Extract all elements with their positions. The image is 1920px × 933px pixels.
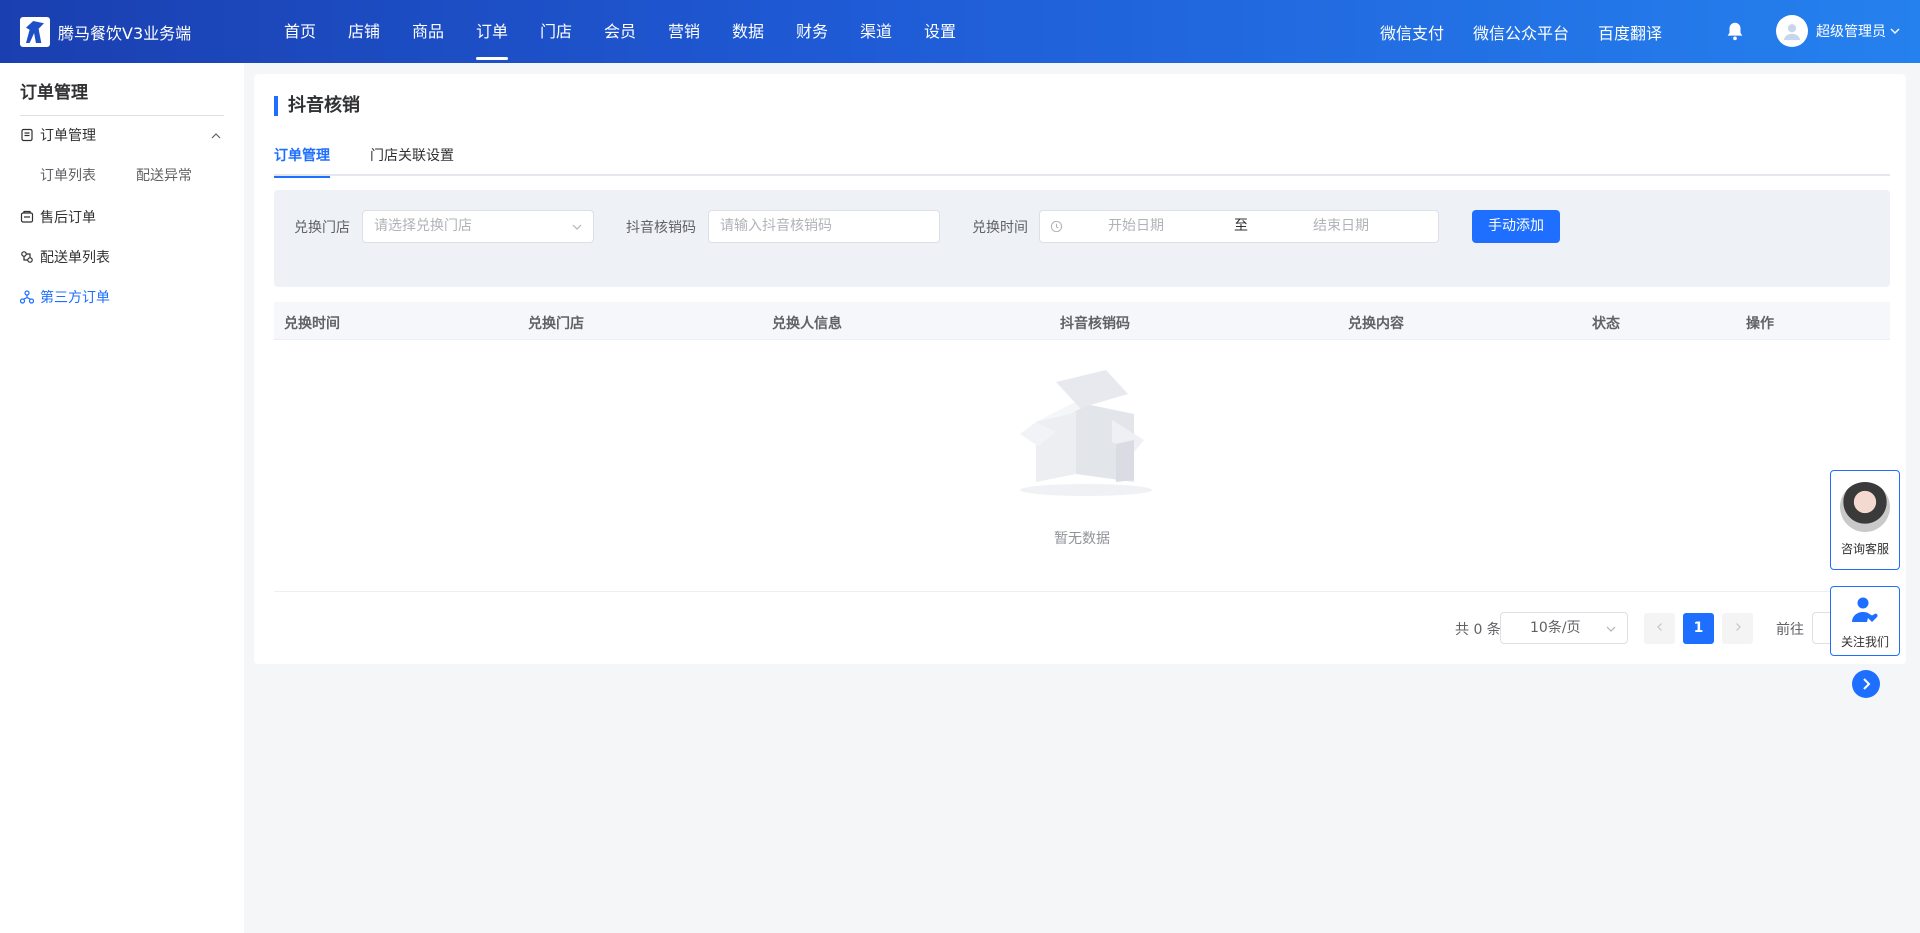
nav-item-shop[interactable]: 店铺 <box>332 0 396 63</box>
sidebar-group-after-sales[interactable]: 售后订单 <box>20 207 96 227</box>
start-date-input[interactable]: 开始日期 <box>1108 211 1164 242</box>
page-size-value: 10条/页 <box>1530 620 1581 636</box>
chevron-down-icon <box>572 224 582 230</box>
column-header: 兑换内容 <box>1348 316 1404 332</box>
sidebar-group-label: 配送单列表 <box>40 250 110 266</box>
nav-item-data[interactable]: 数据 <box>716 0 780 63</box>
follow-user-heart-icon <box>1852 597 1878 622</box>
pagination: 共 0 条 10条/页 1 前往 <box>274 612 1890 644</box>
column-header: 状态 <box>1592 316 1620 332</box>
column-header: 抖音核销码 <box>1060 316 1130 332</box>
nav-item-marketing[interactable]: 营销 <box>652 0 716 63</box>
manual-add-button[interactable]: 手动添加 <box>1472 210 1560 243</box>
top-nav: 首页 店铺 商品 订单 门店 会员 营销 数据 财务 渠道 设置 <box>268 0 972 63</box>
bell-icon[interactable] <box>1724 20 1746 42</box>
user-name: 超级管理员 <box>1816 24 1886 40</box>
user-avatar-icon <box>1783 24 1801 41</box>
brand-logo <box>20 17 50 47</box>
user-menu[interactable]: 超级管理员 <box>1776 15 1900 47</box>
order-doc-icon <box>21 128 33 142</box>
avatar <box>1776 15 1808 47</box>
nav-item-channels[interactable]: 渠道 <box>844 0 908 63</box>
header-links: 微信支付 微信公众平台 百度翻译 <box>1380 0 1691 63</box>
orders-table: 兑换时间 兑换门店 兑换人信息 抖音核销码 兑换内容 状态 操作 暂无数据 <box>274 302 1890 592</box>
table-bottom-border <box>274 591 1890 592</box>
customer-service-avatar <box>1840 482 1890 532</box>
top-header: 腾马餐饮V3业务端 首页 店铺 商品 订单 门店 会员 营销 数据 财务 渠道 … <box>0 0 1920 63</box>
sidebar-divider <box>20 115 224 116</box>
nav-item-stores[interactable]: 门店 <box>524 0 588 63</box>
page-title: 抖音核销 <box>274 96 360 116</box>
chevron-left-icon <box>1656 623 1662 631</box>
nav-item-orders[interactable]: 订单 <box>460 0 524 63</box>
time-label: 兑换时间 <box>972 220 1028 236</box>
column-header: 操作 <box>1746 316 1774 332</box>
tabs-underline <box>274 174 1890 176</box>
code-input-placeholder: 请输入抖音核销码 <box>720 218 832 234</box>
sidebar-group-label: 订单管理 <box>40 128 96 144</box>
brand-name: 腾马餐饮V3业务端 <box>58 24 192 43</box>
sidebar-item-delivery-exceptions[interactable]: 配送异常 <box>136 165 192 185</box>
column-header: 兑换门店 <box>528 316 584 332</box>
filter-panel: 兑换门店 请选择兑换门店 抖音核销码 请输入抖音核销码 兑换时间 开始日期 至 … <box>274 190 1890 287</box>
customer-service-label: 咨询客服 <box>1840 542 1889 556</box>
page-size-select[interactable]: 10条/页 <box>1500 612 1628 644</box>
clock-icon <box>1050 220 1063 233</box>
chevron-right-icon <box>1863 678 1871 690</box>
nav-item-home[interactable]: 首页 <box>268 0 332 63</box>
nav-item-members[interactable]: 会员 <box>588 0 652 63</box>
column-header: 兑换人信息 <box>772 316 842 332</box>
nav-item-settings[interactable]: 设置 <box>908 0 972 63</box>
page-number-current[interactable]: 1 <box>1683 613 1714 644</box>
prev-page-button[interactable] <box>1644 613 1675 644</box>
date-range-separator: 至 <box>1234 218 1248 234</box>
store-select-placeholder: 请选择兑换门店 <box>374 218 472 234</box>
empty-box-icon <box>1020 370 1152 496</box>
sidebar-group-delivery-list[interactable]: 配送单列表 <box>20 247 110 267</box>
third-party-icon <box>20 290 34 304</box>
collapse-widgets-button[interactable] <box>1852 670 1880 698</box>
sidebar: 订单管理 订单管理 订单列表 配送异常 售后订单 配送单列表 第三方订单 <box>0 63 244 933</box>
sidebar-group-order-management[interactable]: 订单管理 <box>20 125 96 145</box>
store-select[interactable]: 请选择兑换门店 <box>362 210 594 243</box>
content-card: 抖音核销 订单管理 门店关联设置 兑换门店 请选择兑换门店 抖音核销码 请输入抖… <box>254 74 1906 664</box>
end-date-input[interactable]: 结束日期 <box>1313 211 1369 242</box>
next-page-button[interactable] <box>1722 613 1753 644</box>
chevron-right-icon <box>1735 623 1741 631</box>
table-header: 兑换时间 兑换门店 兑换人信息 抖音核销码 兑换内容 状态 操作 <box>274 302 1890 340</box>
nav-item-finance[interactable]: 财务 <box>780 0 844 63</box>
link-baidu-translate[interactable]: 百度翻译 <box>1598 20 1662 44</box>
sidebar-title: 订单管理 <box>20 83 88 103</box>
sidebar-group-third-party-orders[interactable]: 第三方订单 <box>20 287 110 307</box>
follow-us-widget[interactable]: 关注我们 <box>1830 586 1900 656</box>
brand[interactable]: 腾马餐饮V3业务端 <box>20 16 191 48</box>
follow-us-label: 关注我们 <box>1840 635 1889 649</box>
delivery-icon <box>21 251 33 263</box>
code-input[interactable]: 请输入抖音核销码 <box>708 210 940 243</box>
chevron-down-icon <box>1606 626 1616 632</box>
sidebar-group-label: 售后订单 <box>40 210 96 226</box>
nav-item-goods[interactable]: 商品 <box>396 0 460 63</box>
link-wechat-pay[interactable]: 微信支付 <box>1380 20 1444 44</box>
date-range-picker[interactable]: 开始日期 至 结束日期 <box>1039 210 1439 243</box>
customer-service-widget[interactable]: 咨询客服 <box>1830 470 1900 570</box>
sidebar-item-order-list[interactable]: 订单列表 <box>40 165 96 185</box>
pagination-total: 共 0 条 <box>1455 622 1501 638</box>
chevron-down-icon <box>1890 28 1900 34</box>
column-header: 兑换时间 <box>284 316 340 332</box>
store-label: 兑换门店 <box>294 220 350 236</box>
goto-label: 前往 <box>1776 622 1804 638</box>
after-sales-icon <box>20 210 34 223</box>
code-label: 抖音核销码 <box>626 220 696 236</box>
link-wechat-mp[interactable]: 微信公众平台 <box>1473 20 1569 44</box>
chevron-up-icon[interactable] <box>210 130 222 142</box>
empty-text: 暂无数据 <box>1054 531 1110 547</box>
sidebar-group-label: 第三方订单 <box>40 290 110 306</box>
